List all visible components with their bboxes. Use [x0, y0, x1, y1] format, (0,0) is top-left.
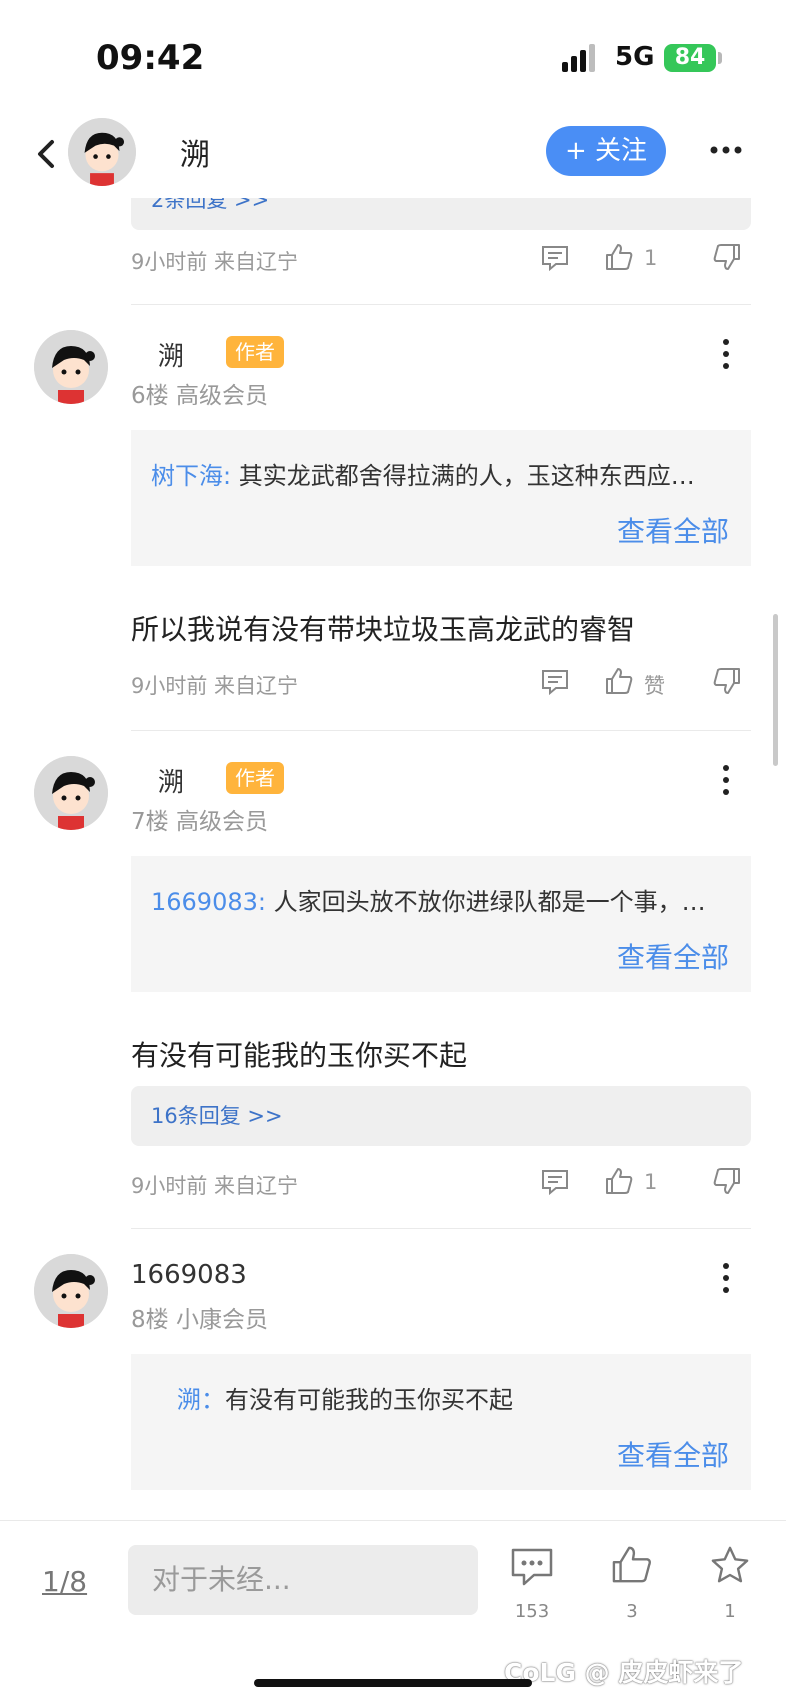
floor-label: 7楼 高级会员 — [131, 809, 268, 835]
quote-box[interactable]: 溯：有没有可能我的玉你买不起 查看全部 — [131, 1354, 751, 1490]
watermark: CoLG @ 皮皮虾来了 — [504, 1658, 744, 1687]
reply-input[interactable]: 对于未经... — [128, 1545, 478, 1615]
view-all-link[interactable]: 查看全部 — [617, 510, 729, 550]
more-icon[interactable] — [722, 764, 730, 796]
replies-link[interactable]: 16条回复 >> — [131, 1086, 751, 1146]
battery-tip — [718, 52, 722, 64]
home-indicator — [254, 1679, 532, 1687]
replies-link[interactable]: 2条回复 >> — [131, 198, 751, 230]
status-time: 09:42 — [96, 38, 205, 78]
dislike-icon[interactable] — [712, 1166, 742, 1196]
star-count: 1 — [724, 1601, 736, 1622]
star-icon[interactable] — [708, 1545, 752, 1585]
dislike-icon[interactable] — [712, 666, 742, 696]
quote-content: 人家回头放不放你进绿队都是一个事，… — [265, 888, 706, 916]
like-label: 赞 — [644, 674, 665, 698]
comment-icon[interactable] — [540, 668, 570, 696]
top-nav: 溯 + 关注 — [0, 110, 786, 198]
author-badge: 作者 — [226, 762, 284, 794]
signal-icon — [562, 44, 595, 72]
follow-button[interactable]: + 关注 — [546, 126, 666, 176]
status-bar: 09:42 5G 84 — [0, 0, 786, 110]
divider — [131, 304, 751, 305]
quote-user[interactable]: 1669083: — [151, 888, 266, 916]
quote-box[interactable]: 1669083: 人家回头放不放你进绿队都是一个事，… 查看全部 — [131, 856, 751, 992]
view-all-link[interactable]: 查看全部 — [617, 1434, 729, 1474]
avatar-face-icon — [34, 330, 108, 404]
post-username[interactable]: 溯 — [158, 336, 184, 373]
divider — [131, 1228, 751, 1229]
author-badge: 作者 — [226, 336, 284, 368]
like-count: 1 — [644, 1170, 658, 1194]
comment-icon[interactable] — [540, 244, 570, 272]
like-icon[interactable] — [610, 1545, 654, 1585]
like-icon[interactable] — [604, 242, 634, 272]
dislike-icon[interactable] — [712, 242, 742, 272]
floor-label: 8楼 小康会员 — [131, 1307, 268, 1333]
scrollbar[interactable] — [773, 614, 778, 766]
back-icon[interactable] — [32, 136, 62, 172]
quote-text: 树下海: 其实龙武都舍得拉满的人，玉这种东西应… — [151, 456, 741, 491]
quote-text: 溯：有没有可能我的玉你买不起 — [177, 1380, 767, 1415]
network-label: 5G — [615, 42, 655, 72]
comment-list: 2条回复 >> 9小时前 来自辽宁 1 溯 作者 6楼 高级会员 树下海: 其实… — [0, 198, 786, 1520]
post-meta: 9小时前 来自辽宁 — [131, 674, 299, 698]
avatar[interactable] — [34, 330, 108, 404]
avatar-face-icon — [34, 756, 108, 830]
comment-icon[interactable] — [510, 1547, 554, 1587]
divider — [131, 730, 751, 731]
post-text: 所以我说有没有带块垃圾玉高龙武的睿智 — [131, 613, 636, 646]
page-indicator[interactable]: 1/8 — [42, 1565, 87, 1598]
battery-icon: 84 — [664, 44, 716, 72]
more-icon[interactable] — [722, 1262, 730, 1294]
like-icon[interactable] — [604, 1166, 634, 1196]
quote-user[interactable]: 树下海: — [151, 462, 231, 490]
quote-content: 有没有可能我的玉你买不起 — [225, 1386, 513, 1414]
post-username[interactable]: 1669083 — [131, 1260, 247, 1290]
battery-level: 84 — [674, 45, 706, 70]
like-icon[interactable] — [604, 666, 634, 696]
post-meta: 9小时前 来自辽宁 — [131, 250, 299, 274]
post-text: 有没有可能我的玉你买不起 — [131, 1039, 468, 1072]
quote-text: 1669083: 人家回头放不放你进绿队都是一个事，… — [151, 882, 741, 917]
avatar-face-icon — [68, 118, 136, 186]
avatar[interactable] — [34, 1254, 108, 1328]
like-count: 1 — [644, 246, 658, 270]
nav-username: 溯 — [180, 138, 210, 173]
comment-icon[interactable] — [540, 1168, 570, 1196]
more-icon[interactable] — [722, 338, 730, 370]
comment-count: 153 — [514, 1601, 550, 1622]
like-count: 3 — [626, 1601, 638, 1622]
view-all-link[interactable]: 查看全部 — [617, 936, 729, 976]
quote-box[interactable]: 树下海: 其实龙武都舍得拉满的人，玉这种东西应… 查看全部 — [131, 430, 751, 566]
quote-content: 其实龙武都舍得拉满的人，玉这种东西应… — [231, 462, 695, 490]
bottom-bar: 1/8 对于未经... 153 3 1 CoLG @ 皮皮虾来了 — [0, 1520, 786, 1704]
quote-separator: ： — [201, 1386, 225, 1414]
more-icon[interactable] — [708, 144, 744, 156]
avatar-face-icon — [34, 1254, 108, 1328]
post-username[interactable]: 溯 — [158, 762, 184, 799]
avatar[interactable] — [34, 756, 108, 830]
floor-label: 6楼 高级会员 — [131, 383, 268, 409]
quote-user[interactable]: 溯 — [177, 1386, 201, 1414]
avatar[interactable] — [68, 118, 136, 186]
post-meta: 9小时前 来自辽宁 — [131, 1174, 299, 1198]
